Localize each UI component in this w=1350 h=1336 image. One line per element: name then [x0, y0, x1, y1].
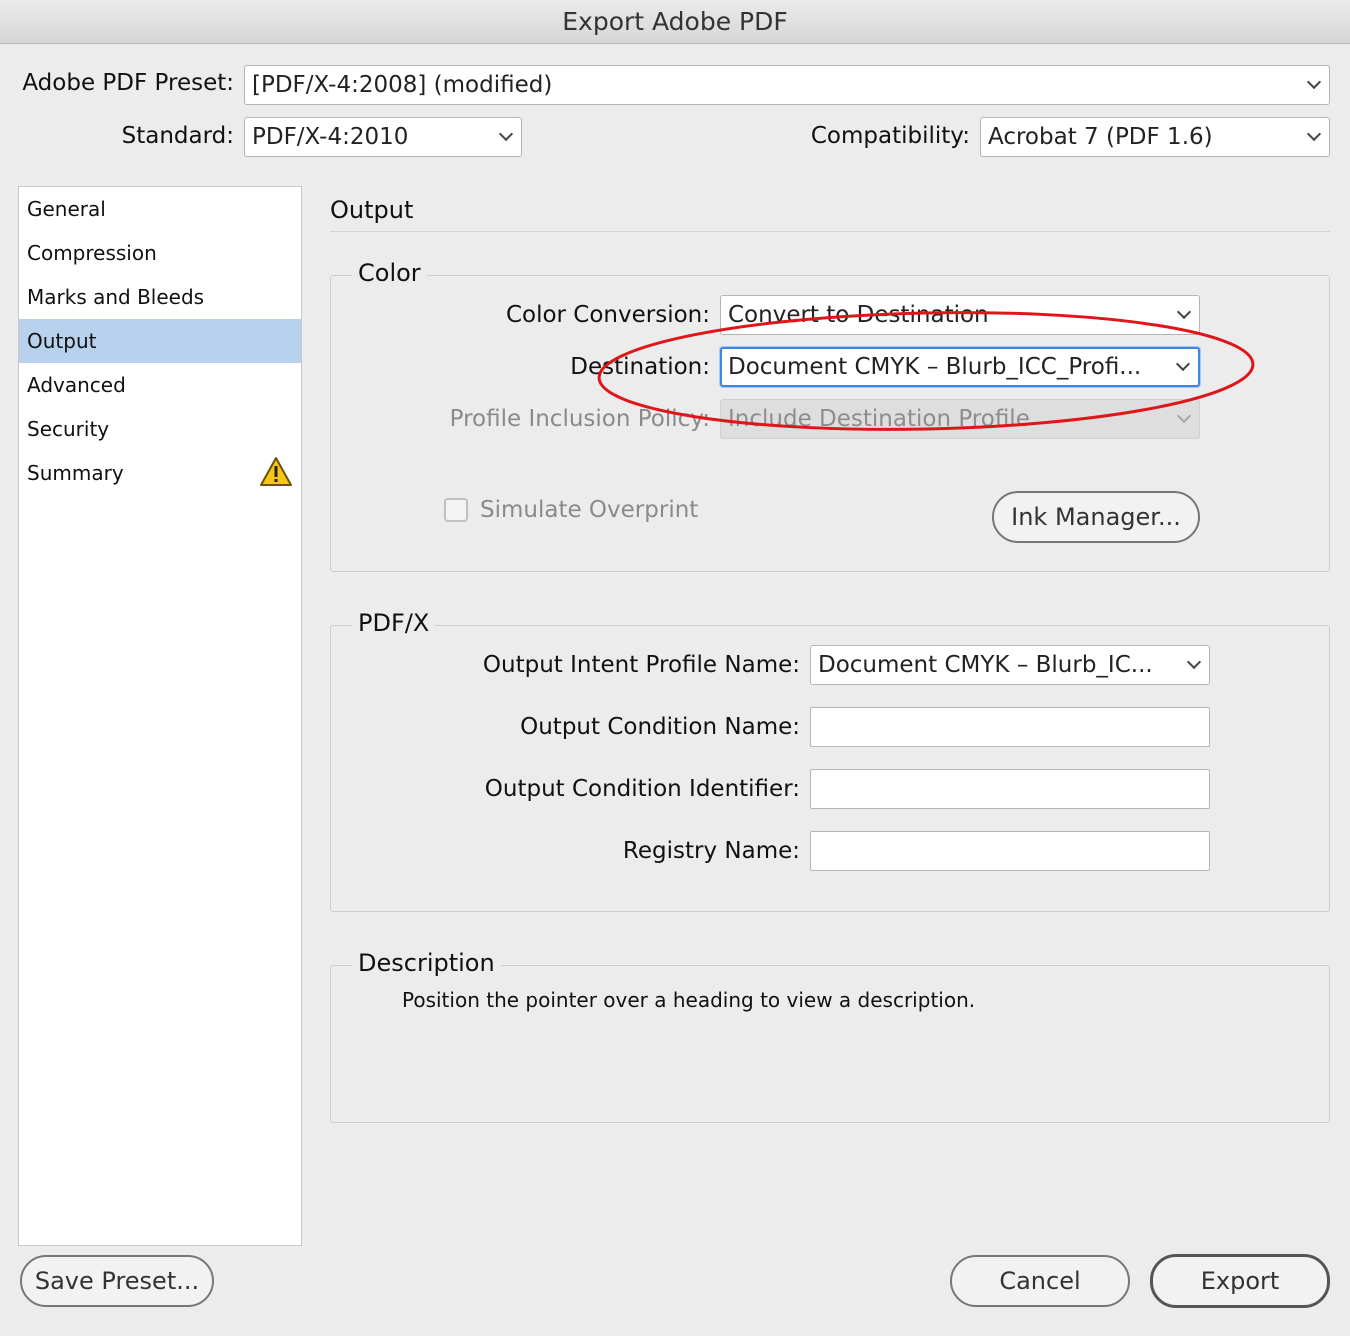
chevron-down-icon	[1306, 74, 1322, 90]
chevron-down-icon	[1186, 654, 1202, 670]
category-sidebar: General Compression Marks and Bleeds Out…	[18, 186, 302, 1246]
ink-manager-button[interactable]: Ink Manager...	[992, 491, 1200, 543]
output-condition-identifier-field[interactable]	[810, 769, 1210, 809]
chevron-down-icon	[1176, 304, 1192, 320]
sidebar-item-label: Output	[27, 329, 97, 353]
sidebar-item-summary[interactable]: Summary	[19, 451, 301, 495]
standard-label: Standard:	[121, 123, 234, 149]
sidebar-item-label: Advanced	[27, 373, 126, 397]
description-text: Position the pointer over a heading to v…	[402, 988, 976, 1012]
cancel-button[interactable]: Cancel	[950, 1255, 1130, 1307]
compatibility-value: Acrobat 7 (PDF 1.6)	[988, 124, 1213, 150]
description-group-title: Description	[352, 949, 501, 977]
sidebar-item-label: Summary	[27, 461, 124, 485]
color-conversion-value: Convert to Destination	[728, 302, 989, 328]
color-group-title: Color	[352, 259, 427, 287]
chevron-down-icon	[498, 126, 514, 142]
output-condition-name-field[interactable]	[810, 707, 1210, 747]
destination-select[interactable]: Document CMYK – Blurb_ICC_Profi...	[720, 347, 1200, 387]
color-conversion-label: Color Conversion:	[505, 302, 710, 328]
registry-name-label: Registry Name:	[622, 838, 800, 864]
section-heading: Output	[330, 196, 414, 224]
window-title: Export Adobe PDF	[0, 0, 1350, 44]
export-button[interactable]: Export	[1150, 1254, 1330, 1308]
output-condition-identifier-label: Output Condition Identifier:	[484, 776, 800, 802]
output-condition-name-label: Output Condition Name:	[520, 714, 800, 740]
profile-inclusion-label: Profile Inclusion Policy:	[449, 406, 710, 432]
simulate-overprint-checkbox[interactable]	[444, 498, 468, 522]
sidebar-item-general[interactable]: General	[19, 187, 301, 231]
compatibility-select[interactable]: Acrobat 7 (PDF 1.6)	[980, 117, 1330, 157]
warning-icon	[260, 457, 292, 486]
chevron-down-icon	[1175, 356, 1191, 372]
color-conversion-select[interactable]: Convert to Destination	[720, 295, 1200, 335]
output-intent-select[interactable]: Document CMYK – Blurb_IC...	[810, 645, 1210, 685]
sidebar-item-label: Security	[27, 417, 110, 441]
standard-value: PDF/X-4:2010	[252, 124, 409, 150]
chevron-down-icon	[1306, 126, 1322, 142]
registry-name-field[interactable]	[810, 831, 1210, 871]
profile-inclusion-value: Include Destination Profile	[728, 406, 1030, 432]
chevron-down-icon	[1176, 408, 1192, 424]
pdfx-group-title: PDF/X	[352, 609, 436, 637]
output-intent-label: Output Intent Profile Name:	[482, 652, 800, 678]
standard-select[interactable]: PDF/X-4:2010	[244, 117, 522, 157]
save-preset-button[interactable]: Save Preset...	[20, 1255, 214, 1307]
output-intent-value: Document CMYK – Blurb_IC...	[818, 652, 1153, 678]
sidebar-item-label: General	[27, 197, 106, 221]
preset-select[interactable]: [PDF/X-4:2008] (modified)	[244, 65, 1330, 105]
destination-value: Document CMYK – Blurb_ICC_Profi...	[728, 354, 1142, 380]
sidebar-item-marks-and-bleeds[interactable]: Marks and Bleeds	[19, 275, 301, 319]
sidebar-item-label: Marks and Bleeds	[27, 285, 205, 309]
sidebar-item-label: Compression	[27, 241, 157, 265]
preset-label: Adobe PDF Preset:	[22, 70, 234, 96]
sidebar-item-output[interactable]: Output	[19, 319, 301, 363]
sidebar-item-advanced[interactable]: Advanced	[19, 363, 301, 407]
simulate-overprint-label: Simulate Overprint	[480, 497, 699, 523]
profile-inclusion-select[interactable]: Include Destination Profile	[720, 399, 1200, 439]
destination-label: Destination:	[570, 354, 710, 380]
preset-value: [PDF/X-4:2008] (modified)	[252, 72, 553, 98]
heading-divider	[330, 231, 1330, 232]
compatibility-label: Compatibility:	[810, 123, 970, 149]
sidebar-item-compression[interactable]: Compression	[19, 231, 301, 275]
sidebar-item-security[interactable]: Security	[19, 407, 301, 451]
